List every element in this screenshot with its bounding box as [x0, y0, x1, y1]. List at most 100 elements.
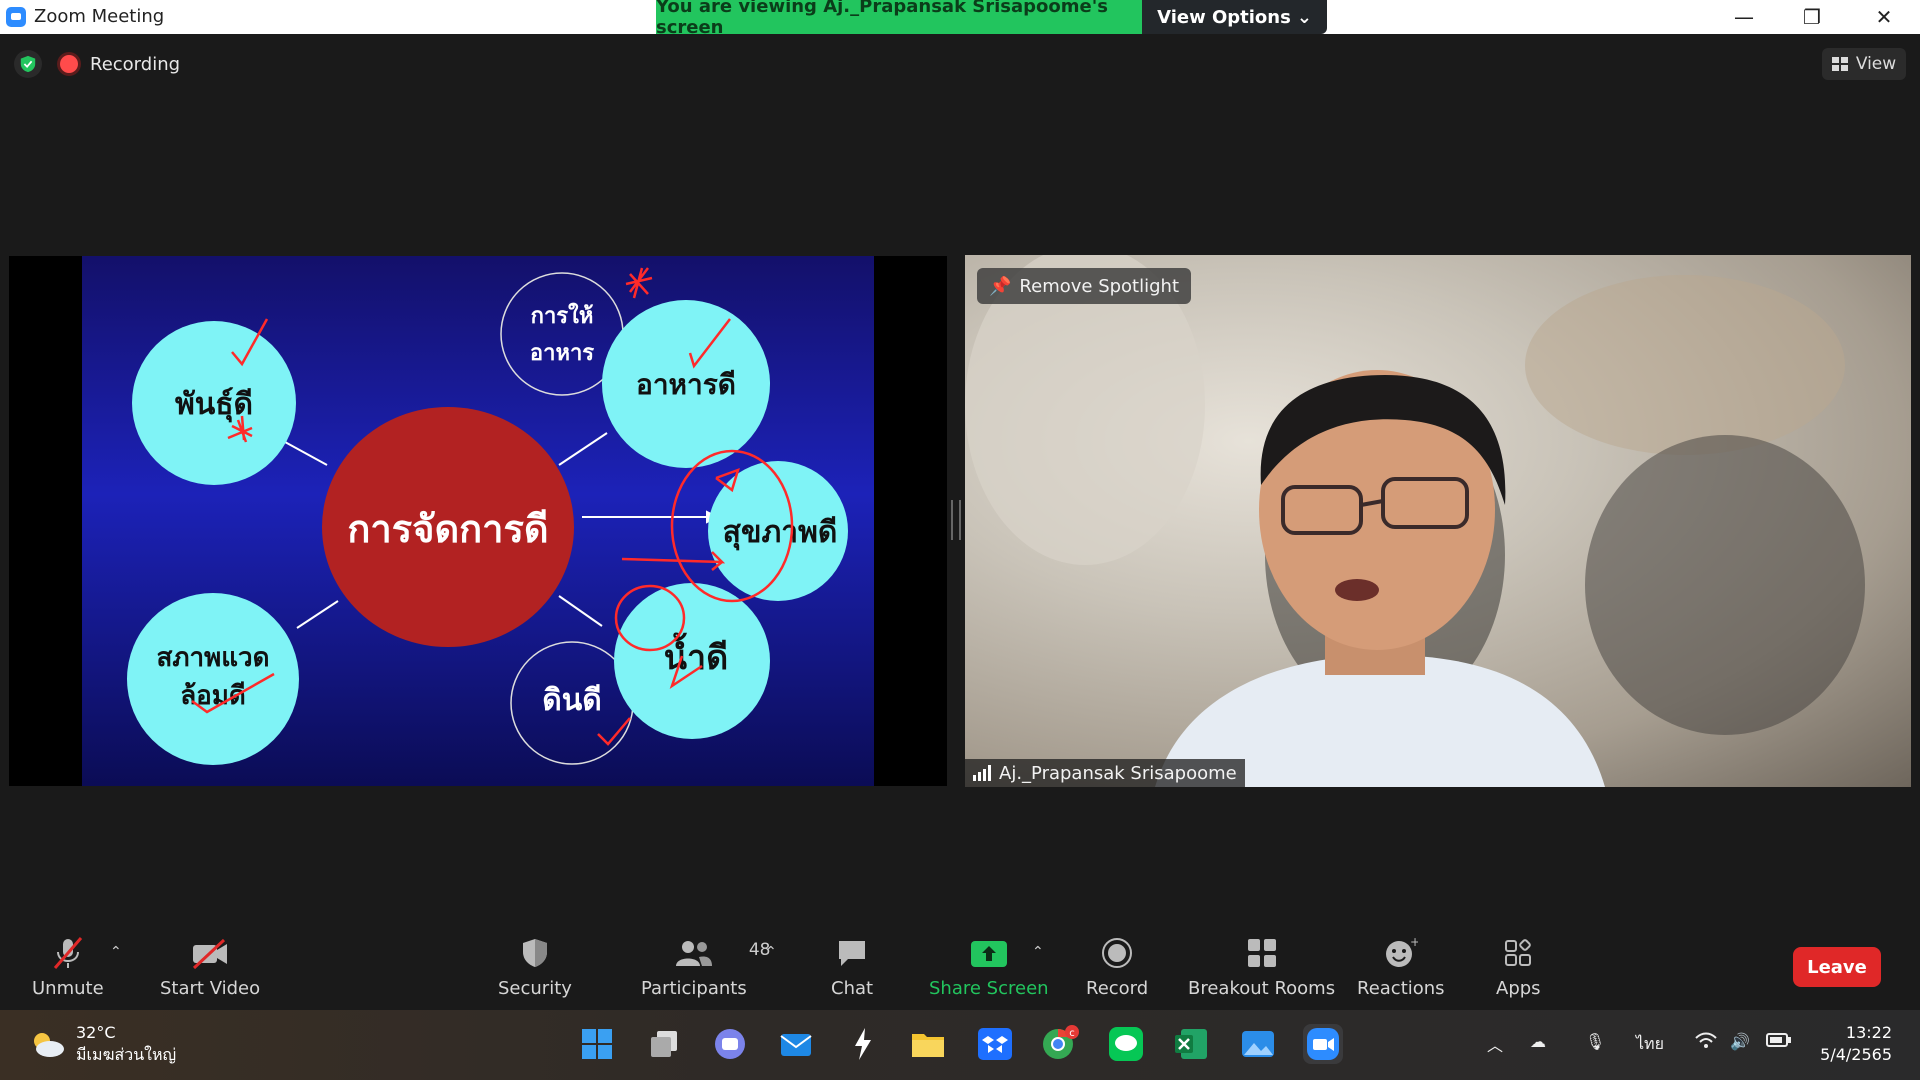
teams-chat-icon[interactable]	[710, 1024, 750, 1064]
unmute-button[interactable]: Unmute	[32, 936, 104, 999]
weather-desc: มีเมฆส่วนใหญ่	[76, 1045, 177, 1064]
start-video-label: Start Video	[160, 978, 261, 999]
view-button[interactable]: View	[1822, 48, 1906, 80]
participants-chevron-icon[interactable]: ⌃	[765, 944, 777, 960]
file-explorer-icon[interactable]	[908, 1024, 948, 1064]
recording-dot-icon	[60, 55, 78, 73]
window-title: Zoom Meeting	[34, 6, 165, 27]
muted-mic-icon	[51, 936, 85, 970]
chat-label: Chat	[831, 978, 874, 999]
recording-label: Recording	[90, 53, 181, 75]
shared-screen[interactable]: การจัดการดี พันธุ์ดี การให้ อาหาร อาหารด…	[9, 256, 947, 786]
chrome-icon[interactable]: c	[1040, 1024, 1080, 1064]
slide-top-right-text: อาหารดี	[636, 368, 736, 401]
apps-button[interactable]: Apps	[1496, 936, 1541, 999]
breakout-rooms-label: Breakout Rooms	[1188, 978, 1336, 999]
reactions-button[interactable]: + Reactions	[1357, 936, 1445, 999]
chrome-profile-badge: c	[1069, 1028, 1075, 1039]
split-handle[interactable]	[951, 500, 961, 540]
show-hidden-icons-chevron-icon[interactable]: ︿	[1487, 1032, 1503, 1056]
start-video-button[interactable]: Start Video	[160, 936, 260, 999]
slide-center-text: การจัดการดี	[347, 507, 548, 551]
minimize-button[interactable]: —	[1710, 0, 1778, 34]
video-off-icon	[190, 936, 230, 970]
input-language[interactable]: ไทย	[1636, 1032, 1664, 1057]
arrow-to-bottom-left	[296, 600, 339, 629]
microphone-tray-icon[interactable]: 🎙	[1585, 1032, 1605, 1051]
task-view-icon[interactable]	[644, 1024, 684, 1064]
participants-button[interactable]: 48 Participants	[641, 936, 771, 999]
slide-diagram: การจัดการดี พันธุ์ดี การให้ อาหาร อาหารด…	[127, 267, 848, 765]
mail-icon[interactable]	[776, 1024, 816, 1064]
weather-temp: 32°C	[76, 1023, 116, 1042]
restore-button[interactable]: ❐	[1778, 0, 1846, 34]
breakout-rooms-button[interactable]: Breakout Rooms	[1188, 936, 1335, 999]
remove-spotlight-label: Remove Spotlight	[1019, 275, 1180, 297]
record-button[interactable]: Record	[1086, 936, 1148, 999]
record-icon	[1101, 936, 1133, 970]
participant-name-tag: Aj._Prapansak Srisapoome	[965, 759, 1245, 787]
dropbox-icon[interactable]	[975, 1024, 1015, 1064]
start-windows-icon[interactable]	[577, 1024, 617, 1064]
view-label: View	[1855, 54, 1897, 74]
share-screen-icon	[970, 936, 1008, 970]
audio-options-chevron-icon[interactable]: ⌃	[110, 944, 122, 960]
security-shield-icon	[521, 936, 549, 970]
speaker-video[interactable]: 📌 Remove Spotlight Aj._Prapansak Srisapo…	[965, 255, 1911, 787]
arrow-to-top-left	[284, 441, 328, 466]
share-screen-button[interactable]: Share Screen	[929, 936, 1049, 999]
unmute-label: Unmute	[32, 978, 104, 999]
recording-indicator[interactable]: Recording	[60, 54, 180, 75]
arrow-to-top-right	[558, 432, 608, 466]
meeting-status: Recording	[14, 50, 180, 78]
apps-label: Apps	[1496, 978, 1541, 999]
signal-strength-icon	[973, 765, 991, 781]
arrow-annotation	[621, 551, 726, 571]
weather-widget[interactable]: 32°C มีเมฆส่วนใหญ่	[30, 1022, 176, 1066]
slide-top-small-line2: อาหาร	[530, 341, 594, 366]
speaker-volume-icon[interactable]: 🔊	[1730, 1032, 1750, 1051]
pin-icon: 📌	[989, 275, 1012, 297]
zoom-taskbar-icon[interactable]	[1303, 1024, 1343, 1064]
line-icon[interactable]	[1106, 1024, 1146, 1064]
zoom-icon	[6, 6, 26, 27]
system-clock[interactable]: 13:22 5/4/2565	[1820, 1022, 1892, 1066]
excel-icon[interactable]	[1172, 1024, 1212, 1064]
apps-icon	[1503, 936, 1533, 970]
chat-button[interactable]: Chat	[831, 936, 873, 999]
chevron-down-icon: ⌄	[1296, 6, 1312, 28]
view-options-button[interactable]: View Options ⌄	[1142, 0, 1327, 34]
speaker-image	[965, 255, 1865, 787]
participants-icon: 48	[675, 936, 771, 970]
security-label: Security	[498, 978, 572, 999]
remove-spotlight-button[interactable]: 📌 Remove Spotlight	[977, 268, 1192, 304]
onedrive-cloud-icon[interactable]: ☁	[1530, 1032, 1546, 1051]
chat-bubble-icon	[836, 936, 868, 970]
share-screen-label: Share Screen	[929, 978, 1049, 999]
leave-button[interactable]: Leave	[1793, 947, 1881, 987]
wifi-icon[interactable]	[1695, 1032, 1717, 1054]
view-options-label: View Options	[1157, 6, 1291, 28]
lightning-app-icon[interactable]	[843, 1024, 883, 1064]
svg-text:+: +	[1410, 936, 1418, 949]
encryption-shield-icon[interactable]	[14, 50, 42, 78]
slide-bottom-left-line1: สภาพแวด	[157, 643, 270, 673]
clock-date: 5/4/2565	[1820, 1045, 1892, 1064]
share-options-chevron-icon[interactable]: ⌃	[1032, 944, 1044, 960]
battery-icon[interactable]	[1766, 1032, 1792, 1052]
close-button[interactable]: ✕	[1850, 0, 1918, 34]
reactions-smile-icon: +	[1384, 936, 1418, 970]
title-bar: Zoom Meeting You are viewing Aj._Prapans…	[0, 0, 1920, 38]
grid-view-icon	[1831, 57, 1848, 71]
security-button[interactable]: Security	[498, 936, 572, 999]
slide-right-text: สุขภาพดี	[723, 515, 838, 551]
slide-top-small-line1: การให้	[531, 302, 594, 329]
participant-name: Aj._Prapansak Srisapoome	[999, 762, 1237, 784]
bubble-bottom-left	[127, 593, 299, 765]
photos-icon[interactable]	[1238, 1024, 1278, 1064]
check-mark-bottom-small	[597, 717, 631, 746]
scribble-top	[625, 267, 653, 299]
breakout-rooms-icon	[1246, 936, 1278, 970]
arrow-to-bottom-right	[558, 595, 603, 627]
viewing-banner: You are viewing Aj._Prapansak Srisapoome…	[656, 0, 1142, 38]
